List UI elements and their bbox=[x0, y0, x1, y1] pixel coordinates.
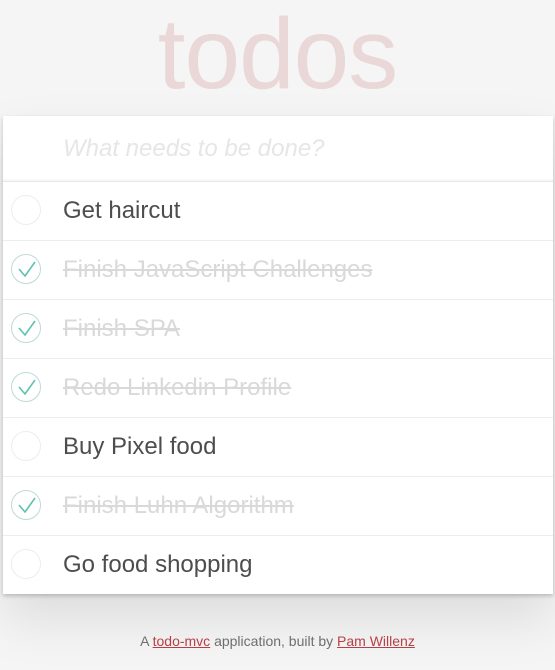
todo-card: Get haircut Finish JavaScript Challenges… bbox=[3, 116, 553, 594]
todo-item[interactable]: Finish SPA bbox=[3, 300, 553, 359]
todo-item[interactable]: Redo Linkedin Profile bbox=[3, 359, 553, 418]
todo-label[interactable]: Finish Luhn Algorithm bbox=[63, 477, 294, 535]
todo-label[interactable]: Redo Linkedin Profile bbox=[63, 359, 291, 417]
todo-label[interactable]: Get haircut bbox=[63, 182, 180, 240]
todo-toggle[interactable] bbox=[11, 490, 41, 520]
todo-label[interactable]: Go food shopping bbox=[63, 536, 252, 594]
todo-item[interactable]: Finish Luhn Algorithm bbox=[3, 477, 553, 536]
todo-toggle[interactable] bbox=[11, 549, 41, 579]
author-link[interactable]: Pam Willenz bbox=[337, 633, 415, 649]
footer-middle: application, built by bbox=[210, 633, 338, 649]
footer-prefix: A bbox=[140, 633, 153, 649]
new-todo-container bbox=[3, 116, 553, 182]
todo-toggle[interactable] bbox=[11, 313, 41, 343]
todo-item[interactable]: Finish JavaScript Challenges bbox=[3, 241, 553, 300]
footer-info: A todo-mvc application, built by Pam Wil… bbox=[0, 633, 555, 649]
check-icon bbox=[18, 320, 36, 337]
todo-label[interactable]: Finish JavaScript Challenges bbox=[63, 241, 372, 299]
todo-toggle[interactable] bbox=[11, 195, 41, 225]
todo-toggle[interactable] bbox=[11, 254, 41, 284]
todo-toggle[interactable] bbox=[11, 372, 41, 402]
todo-label[interactable]: Finish SPA bbox=[63, 300, 180, 358]
app-title: todos bbox=[157, 0, 399, 110]
todo-item[interactable]: Buy Pixel food bbox=[3, 418, 553, 477]
check-icon bbox=[18, 261, 36, 278]
todo-item[interactable]: Go food shopping bbox=[3, 536, 553, 594]
new-todo-input[interactable] bbox=[3, 116, 553, 181]
todo-item[interactable]: Get haircut bbox=[3, 182, 553, 241]
check-icon bbox=[18, 379, 36, 396]
todo-mvc-link[interactable]: todo-mvc bbox=[153, 633, 211, 649]
todo-list: Get haircut Finish JavaScript Challenges… bbox=[3, 182, 553, 594]
todo-label[interactable]: Buy Pixel food bbox=[63, 418, 216, 476]
todo-toggle[interactable] bbox=[11, 431, 41, 461]
check-icon bbox=[18, 497, 36, 514]
